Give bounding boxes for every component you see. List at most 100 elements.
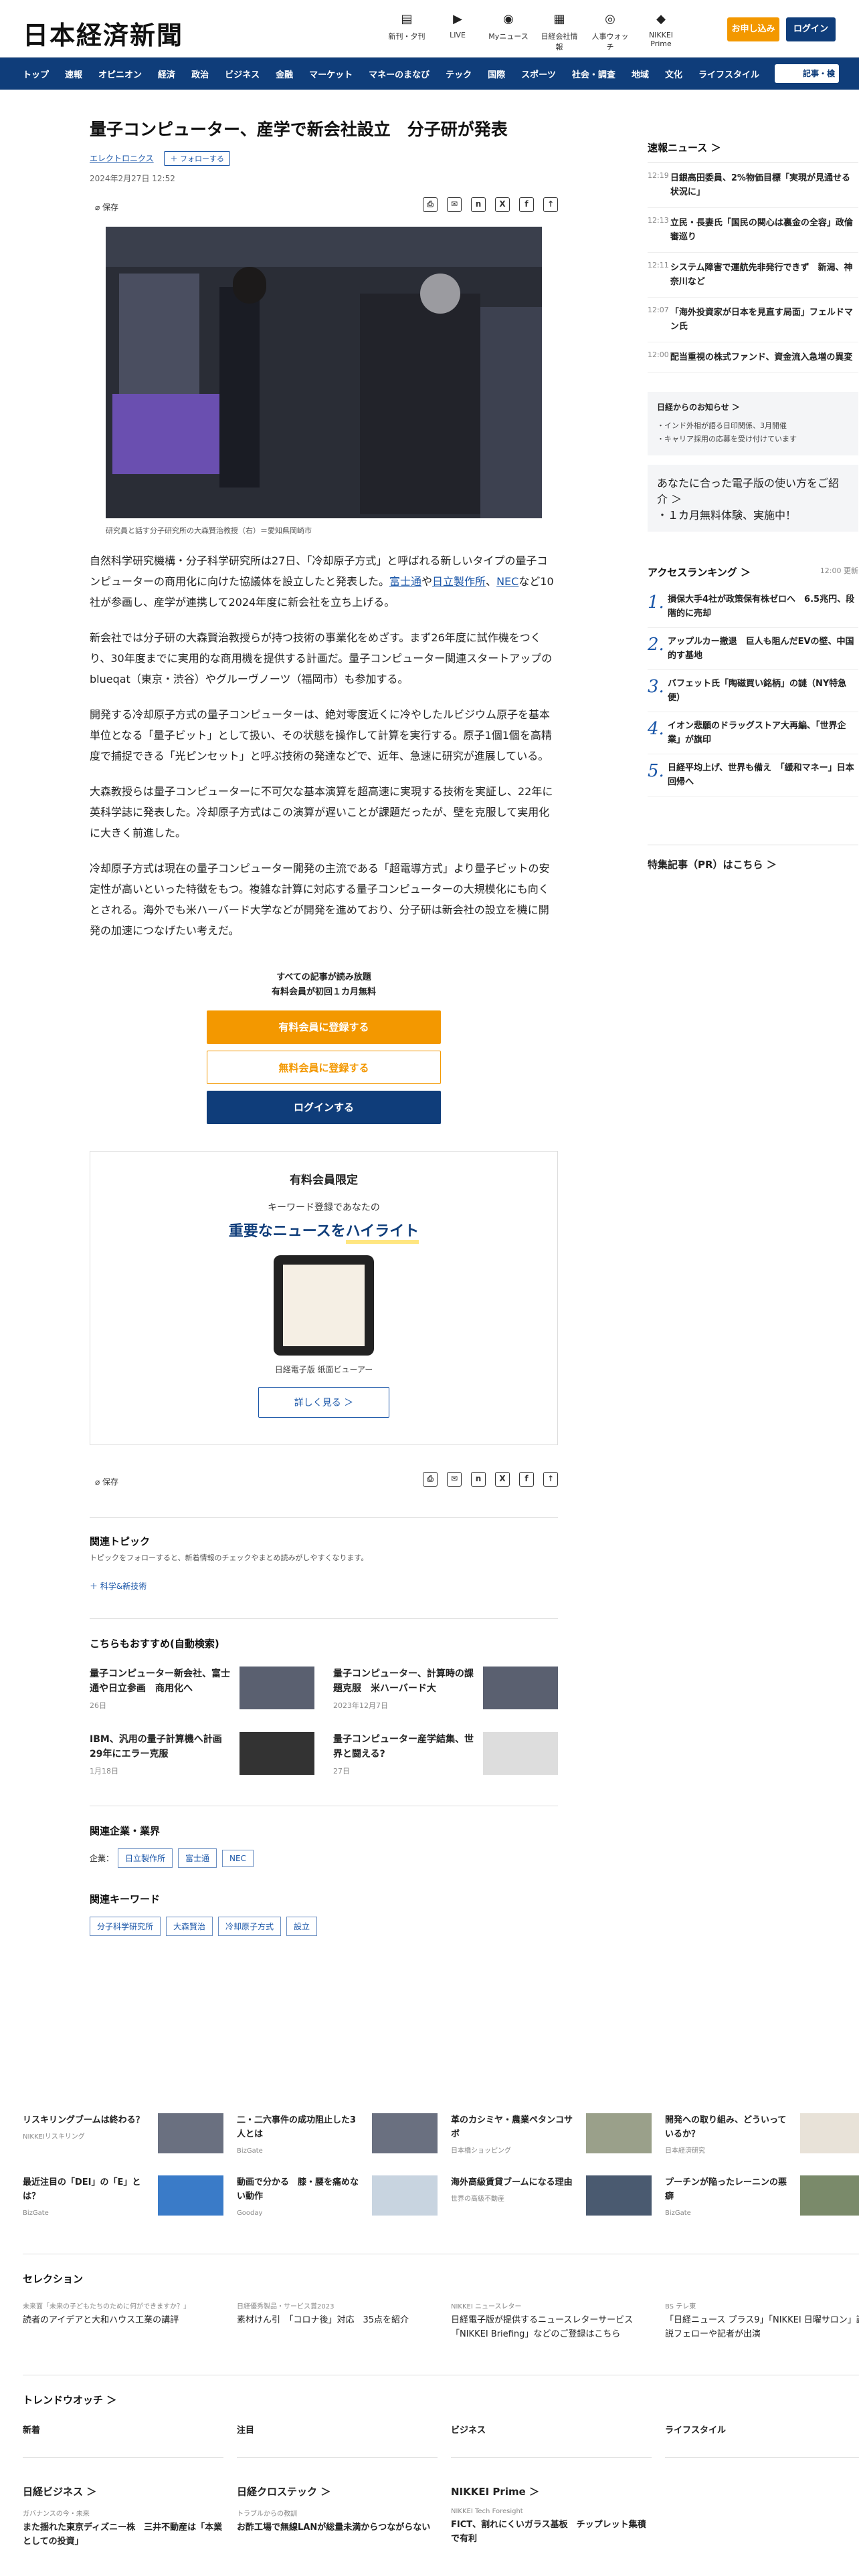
ranking-title[interactable]: アクセスランキング ＞ bbox=[648, 565, 751, 579]
mail-icon[interactable]: ✉ bbox=[447, 197, 462, 212]
recommend-item[interactable]: 量子コンピューター、計算時の課題克服 米ハーバード大 2023年12月7日 bbox=[333, 1667, 558, 1713]
note-icon[interactable]: n bbox=[471, 1472, 486, 1487]
ranking-item[interactable]: 1. 損保大手4社が政策保有株ゼロへ 6.5兆円、段階的に売却 bbox=[648, 586, 858, 628]
header-icon-newspaper[interactable]: ▤ 新刊・夕刊 bbox=[385, 12, 428, 52]
ad-item[interactable]: リスキリングブームは終わる？ NIKKEIリスキリング bbox=[23, 2113, 223, 2158]
ranking-item[interactable]: 5. 日経平均上げ、世界も備え 「緩和マネー」日本回帰へ bbox=[648, 754, 858, 796]
x-icon[interactable]: X bbox=[495, 1472, 510, 1487]
promo-more-button[interactable]: 詳しく見る ＞ bbox=[258, 1387, 389, 1418]
nav-item-economy[interactable]: 経済 bbox=[158, 68, 175, 80]
ad-item[interactable]: プーチンが陥ったレーニンの悪癖 BizGate bbox=[665, 2175, 859, 2220]
nav-item-business[interactable]: ビジネス bbox=[225, 68, 260, 80]
brand-article[interactable]: お酢工場で無線LANが総量未満からつながらない bbox=[237, 2520, 438, 2535]
trend-col-hot[interactable]: 注目 bbox=[237, 2423, 438, 2458]
nav-item-finance[interactable]: 金融 bbox=[276, 68, 293, 80]
brand-name[interactable]: 日経ビジネス ＞ bbox=[23, 2484, 223, 2498]
notice-item[interactable]: ・インド外相が語る日印関係、3月開催 bbox=[657, 419, 849, 433]
selection-item[interactable]: 未来面「未来の子どもたちのために何ができますか？」 読者のアイデアと大和ハウス工業… bbox=[23, 2300, 223, 2341]
company-chip[interactable]: NEC bbox=[222, 1849, 254, 1867]
nav-item-money[interactable]: マネーのまなび bbox=[369, 68, 430, 80]
selection-item[interactable]: NIKKEI ニュースレター 日経電子版が提供するニュースレターサービス「NIKK… bbox=[451, 2300, 652, 2341]
nav-item-top[interactable]: トップ bbox=[23, 68, 49, 80]
keyword-chip[interactable]: 大森賢治 bbox=[166, 1917, 213, 1936]
breaking-news-item[interactable]: 12:19 日銀高田委員、2%物価目標「実現が見通せる状況に」 bbox=[648, 163, 858, 208]
topic-tag-link[interactable]: エレクトロニクス bbox=[90, 154, 154, 163]
nav-item-politics[interactable]: 政治 bbox=[191, 68, 209, 80]
ad-item[interactable]: 開発への取り組み、どういっているか？ 日本経済研究 bbox=[665, 2113, 859, 2158]
header-icon-prime[interactable]: ◆ NIKKEI Prime bbox=[640, 12, 682, 52]
pr-feature-link[interactable]: 特集記事（PR）はこちら ＞ bbox=[648, 845, 858, 871]
keyword-chip[interactable]: 冷却原子方式 bbox=[218, 1917, 282, 1936]
search-input[interactable]: 記事・検 ⚲ bbox=[775, 64, 839, 83]
note-icon[interactable]: n bbox=[471, 197, 486, 212]
nav-item-culture[interactable]: 文化 bbox=[665, 68, 682, 80]
ad-item[interactable]: 海外高級賃貸ブームになる理由 世界の高級不動産 bbox=[451, 2175, 652, 2220]
follow-button[interactable]: ＋ フォローする bbox=[164, 151, 230, 166]
recommend-item[interactable]: IBM、汎用の量子計算機へ計画 29年にエラー克服 1月18日 bbox=[90, 1732, 314, 1779]
recommend-item[interactable]: 量子コンピューター産学結集、世界と闘える? 27日 bbox=[333, 1732, 558, 1779]
brand-name[interactable]: NIKKEI Prime ＞ bbox=[451, 2484, 652, 2498]
save-button[interactable]: ⌀ 保存 bbox=[95, 201, 118, 213]
header-icon-company[interactable]: ▦ 日経会社情報 bbox=[538, 12, 581, 52]
subscribe-button[interactable]: お申し込み bbox=[727, 17, 779, 41]
nav-item-tech[interactable]: テック bbox=[446, 68, 472, 80]
ranking-item[interactable]: 4. イオン悲願のドラッグストア大再編、「世界企業」が旗印 bbox=[648, 712, 858, 754]
brand-article[interactable]: また揺れた東京ディズニー株 三井不動産は「本業としての投資」 bbox=[23, 2520, 223, 2549]
company-link-hitachi[interactable]: 日立製作所 bbox=[432, 575, 486, 588]
header-icon-mynews[interactable]: ◉ Myニュース bbox=[487, 12, 530, 52]
nav-item-sokuho[interactable]: 速報 bbox=[65, 68, 82, 80]
nav-item-world[interactable]: 国際 bbox=[488, 68, 505, 80]
nav-item-region[interactable]: 地域 bbox=[632, 68, 649, 80]
print-icon[interactable]: ⎙ bbox=[423, 1472, 438, 1487]
nav-item-sports[interactable]: スポーツ bbox=[521, 68, 556, 80]
breaking-news-item[interactable]: 12:00 配当重視の株式ファンド、資金流入急増の異変 bbox=[648, 342, 858, 373]
trend-col-lifestyle[interactable]: ライフスタイル bbox=[665, 2423, 859, 2458]
trend-col-business[interactable]: ビジネス bbox=[451, 2423, 652, 2458]
nav-item-society[interactable]: 社会・調査 bbox=[572, 68, 615, 80]
guide-notice-title[interactable]: あなたに合った電子版の使い方をご紹介 ＞ bbox=[657, 474, 849, 506]
nav-item-opinion[interactable]: オピニオン bbox=[98, 68, 142, 80]
ad-item[interactable]: 最近注目の「DEI」の「E」とは？ BizGate bbox=[23, 2175, 223, 2220]
header-icon-jinji[interactable]: ◎ 人事ウォッチ bbox=[589, 12, 632, 52]
selection-item[interactable]: 日経優秀製品・サービス賞2023 素材けん引 「コロナ後」対応 35点を紹介 bbox=[237, 2300, 438, 2341]
related-topic-tag[interactable]: ＋ 科学&新技術 bbox=[90, 1580, 558, 1592]
print-icon[interactable]: ⎙ bbox=[423, 197, 438, 212]
notice-title[interactable]: 日経からのお知らせ ＞ bbox=[657, 401, 849, 413]
selection-item[interactable]: BS テレ東 「日経ニュース プラス9」「NIKKEI 日曜サロン」論説フェローや… bbox=[665, 2300, 859, 2341]
keyword-chip[interactable]: 分子科学研究所 bbox=[90, 1917, 161, 1936]
save-button-bottom[interactable]: ⌀ 保存 bbox=[95, 1476, 118, 1487]
notice-item[interactable]: ・キャリア採用の応募を受け付けています bbox=[657, 433, 849, 446]
share-icon[interactable]: ↑ bbox=[543, 1472, 558, 1487]
guide-notice-item[interactable]: ・１カ月無料体験、実施中！ bbox=[657, 506, 849, 522]
brand-name[interactable]: 日経クロステック ＞ bbox=[237, 2484, 438, 2498]
nav-item-market[interactable]: マーケット bbox=[309, 68, 353, 80]
search-icon[interactable]: ⚲ bbox=[829, 64, 835, 83]
trend-col-new[interactable]: 新着 bbox=[23, 2423, 223, 2458]
facebook-icon[interactable]: f bbox=[519, 197, 534, 212]
company-chip[interactable]: 日立製作所 bbox=[118, 1848, 173, 1868]
header-icon-live[interactable]: ▶ LIVE bbox=[436, 12, 479, 52]
ranking-item[interactable]: 2. アップルカー撤退 巨人も阻んだEVの壁、中国的す基地 bbox=[648, 628, 858, 670]
ad-item[interactable]: 動画で分かる 膝・腰を痛めない動作 Gooday bbox=[237, 2175, 438, 2220]
breaking-news-title[interactable]: 速報ニュース ＞ bbox=[648, 140, 858, 163]
company-link-nec[interactable]: NEC bbox=[496, 575, 518, 588]
login-button[interactable]: ログイン bbox=[786, 17, 836, 41]
breaking-news-item[interactable]: 12:07 「海外投資家が日本を見直す局面」フェルドマン氏 bbox=[648, 298, 858, 342]
breaking-news-item[interactable]: 12:11 システム障害で運航先非発行できず 新潟、神奈川など bbox=[648, 253, 858, 298]
share-icon[interactable]: ↑ bbox=[543, 197, 558, 212]
nav-item-lifestyle[interactable]: ライフスタイル bbox=[698, 68, 759, 80]
trend-title[interactable]: トレンドウオッチ ＞ bbox=[23, 2393, 859, 2407]
keyword-chip[interactable]: 設立 bbox=[286, 1917, 318, 1936]
ad-item[interactable]: 革のカシミヤ・農業ペタンコサボ 日本橋ショッピング bbox=[451, 2113, 652, 2158]
register-free-button[interactable]: 無料会員に登録する bbox=[207, 1051, 441, 1084]
paywall-login-button[interactable]: ログインする bbox=[207, 1091, 441, 1124]
facebook-icon[interactable]: f bbox=[519, 1472, 534, 1487]
register-paid-button[interactable]: 有料会員に登録する bbox=[207, 1010, 441, 1044]
breaking-news-item[interactable]: 12:13 立民・長妻氏「国民の関心は裏金の全容」政倫審巡り bbox=[648, 208, 858, 253]
recommend-item[interactable]: 量子コンピューター新会社、富士通や日立参画 商用化へ 26日 bbox=[90, 1667, 314, 1713]
company-chip[interactable]: 富士通 bbox=[178, 1848, 217, 1868]
ranking-item[interactable]: 3. バフェット氏「陶磁買い銘柄」の謎（NY特急便） bbox=[648, 670, 858, 712]
nikkei-logo[interactable]: 日本経済新聞 bbox=[23, 15, 183, 51]
x-icon[interactable]: X bbox=[495, 197, 510, 212]
mail-icon[interactable]: ✉ bbox=[447, 1472, 462, 1487]
